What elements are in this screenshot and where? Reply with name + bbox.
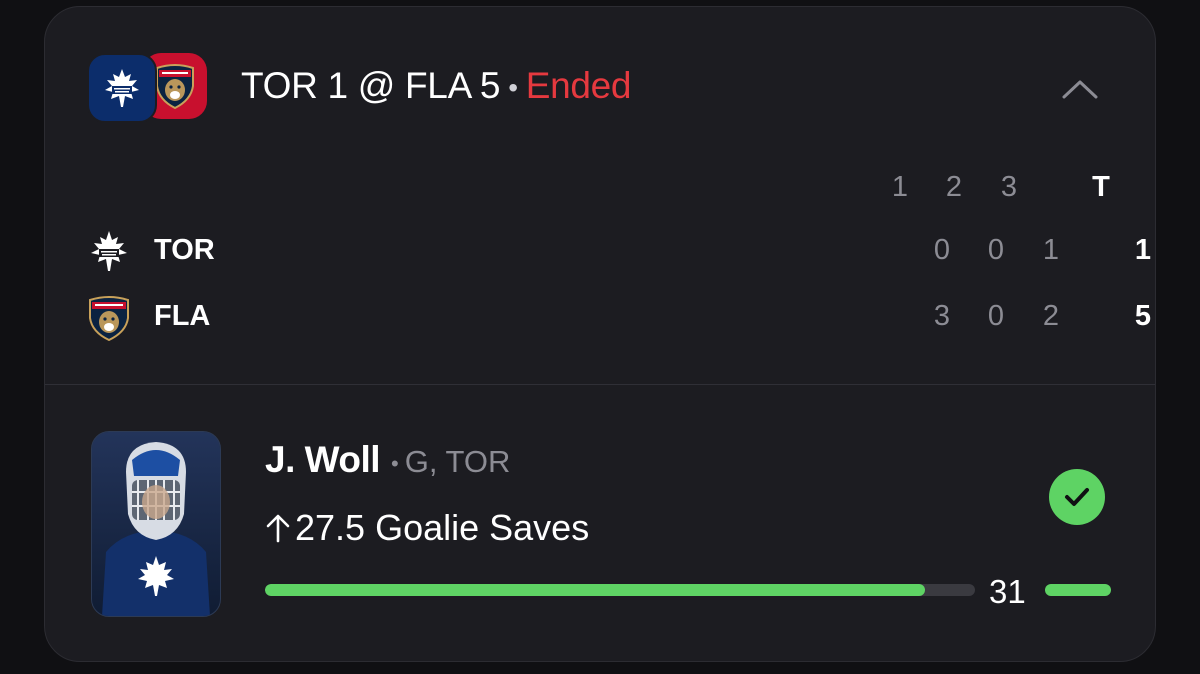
player-meta: • G, TOR bbox=[391, 444, 510, 480]
player-headshot[interactable] bbox=[91, 431, 221, 617]
matchup-logos bbox=[87, 53, 209, 123]
period-header-3: 3 bbox=[1000, 171, 1018, 203]
arrow-up-icon bbox=[265, 507, 295, 549]
game-summary: TOR 1 @ FLA 5 bbox=[241, 65, 501, 106]
panthers-logo bbox=[87, 295, 131, 342]
separator-dot: • bbox=[391, 450, 399, 476]
total-header: T bbox=[1092, 171, 1110, 203]
period-header-1: 1 bbox=[891, 171, 909, 203]
team-abbr: FLA bbox=[154, 300, 211, 332]
collapse-button[interactable] bbox=[1055, 69, 1105, 109]
period-score: 0 bbox=[933, 234, 951, 266]
maple-leafs-logo bbox=[87, 229, 131, 273]
period-score: 0 bbox=[987, 300, 1005, 332]
period-score: 3 bbox=[933, 300, 951, 332]
progress-fill bbox=[265, 584, 926, 596]
progress-track bbox=[265, 584, 975, 596]
period-header-2: 2 bbox=[945, 171, 963, 203]
team-row-fla: FLA 3 0 2 5 bbox=[87, 293, 1151, 342]
player-name[interactable]: J. Woll bbox=[265, 439, 381, 481]
maple-leafs-logo bbox=[87, 53, 157, 123]
total-score: 1 bbox=[1134, 234, 1152, 266]
prop-line: 27.5 Goalie Saves bbox=[265, 507, 589, 549]
game-card[interactable]: TOR 1 @ FLA 5 • Ended 1 2 3 T TOR 0 0 1 1 bbox=[44, 6, 1156, 662]
section-divider bbox=[45, 384, 1155, 385]
result-value: 31 bbox=[989, 573, 1026, 610]
game-headline: TOR 1 @ FLA 5 • Ended bbox=[241, 63, 632, 111]
player-position-team: G, TOR bbox=[404, 444, 511, 479]
progress-overflow bbox=[1045, 584, 1111, 596]
chevron-up-icon bbox=[1062, 80, 1098, 99]
total-score: 5 bbox=[1134, 300, 1152, 332]
period-score: 1 bbox=[1042, 234, 1060, 266]
team-row-tor: TOR 0 0 1 1 bbox=[87, 227, 1151, 275]
period-score: 2 bbox=[1042, 300, 1060, 332]
check-circle-icon bbox=[1049, 469, 1105, 525]
prop-description: 27.5 Goalie Saves bbox=[295, 507, 590, 548]
separator-dot: • bbox=[508, 72, 518, 104]
team-abbr: TOR bbox=[154, 234, 215, 266]
game-status: Ended bbox=[525, 65, 632, 106]
period-score: 0 bbox=[987, 234, 1005, 266]
